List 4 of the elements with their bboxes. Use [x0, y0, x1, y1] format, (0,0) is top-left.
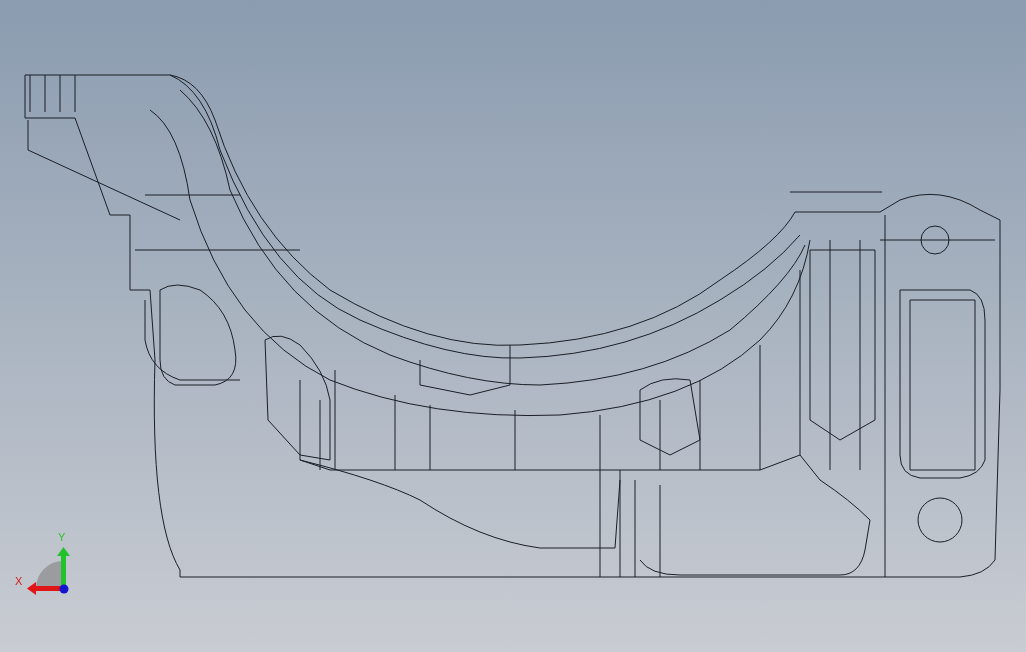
y-axis-label: Y — [58, 532, 66, 543]
x-axis-label: X — [15, 576, 23, 587]
graphics-viewport[interactable]: Y X — [0, 0, 1026, 652]
z-axis-icon — [59, 584, 69, 594]
